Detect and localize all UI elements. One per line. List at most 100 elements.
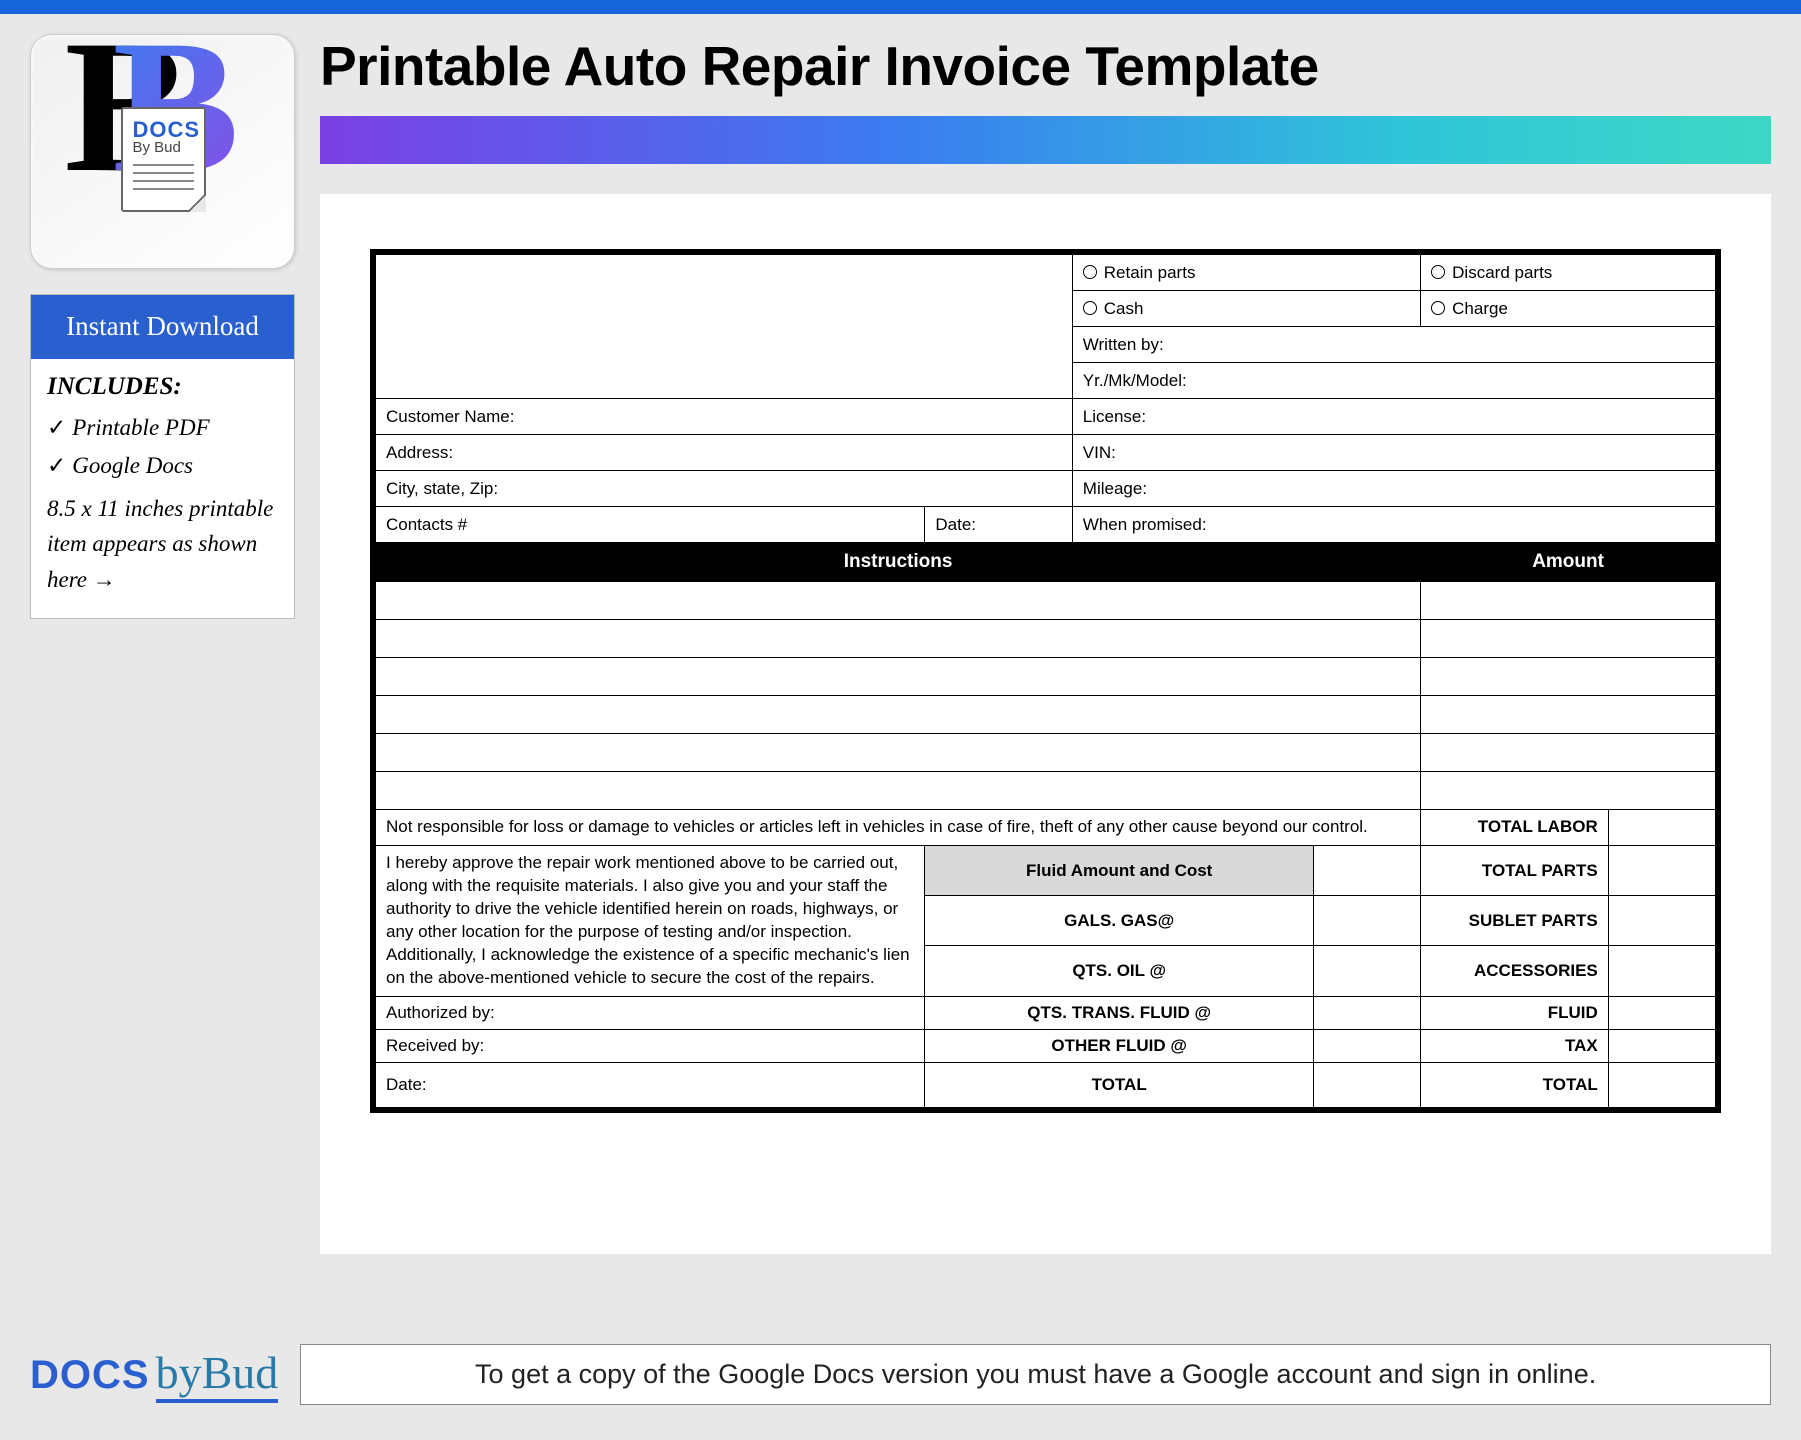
amount-cell	[1421, 620, 1716, 658]
table-row	[376, 734, 1716, 772]
amount-cell	[1421, 582, 1716, 620]
sublet-parts-label: SUBLET PARTS	[1421, 896, 1609, 946]
discard-parts-cell: Discard parts	[1421, 255, 1716, 291]
amount-header: Amount	[1421, 543, 1716, 582]
table-row: Contacts # Date: When promised:	[376, 507, 1716, 543]
yr-mk-model-label: Yr./Mk/Model:	[1072, 363, 1715, 399]
cash-cell: Cash	[1072, 291, 1420, 327]
invoice-template: Retain parts Discard parts Cash Charge W…	[370, 249, 1721, 1113]
other-fluid-label: OTHER FLUID @	[925, 1029, 1314, 1062]
retain-parts-cell: Retain parts	[1072, 255, 1420, 291]
table-row	[376, 772, 1716, 810]
amount-cell	[1421, 734, 1716, 772]
disclaimer-text: Not responsible for loss or damage to ve…	[376, 810, 1421, 846]
qts-oil-value	[1313, 946, 1420, 996]
table-row: I hereby approve the repair work mention…	[376, 845, 1716, 895]
radio-icon	[1083, 301, 1097, 315]
fluid-amt-cell	[1313, 845, 1420, 895]
blank-header-cell	[376, 255, 1073, 399]
check-icon: ✓	[47, 453, 66, 478]
total-fluid-value	[1313, 1062, 1420, 1107]
footer-note: To get a copy of the Google Docs version…	[300, 1344, 1771, 1405]
gals-gas-value	[1313, 896, 1420, 946]
gals-gas-label: GALS. GAS@	[925, 896, 1314, 946]
received-by-label: Received by:	[376, 1029, 925, 1062]
city-state-zip-label: City, state, Zip:	[376, 471, 1073, 507]
instruction-cell	[376, 696, 1421, 734]
accessories-label: ACCESSORIES	[1421, 946, 1609, 996]
radio-icon	[1431, 301, 1445, 315]
table-row	[376, 696, 1716, 734]
document-icon: DOCS By Bud	[121, 107, 206, 212]
table-row: Date: TOTAL TOTAL	[376, 1062, 1716, 1107]
logo-card: B B DOCS By Bud	[30, 34, 295, 269]
table-row: City, state, Zip: Mileage:	[376, 471, 1716, 507]
footer-logo: DOCS byBud	[30, 1346, 278, 1403]
sublet-parts-value	[1608, 896, 1715, 946]
license-label: License:	[1072, 399, 1715, 435]
instruction-cell	[376, 658, 1421, 696]
radio-icon	[1083, 265, 1097, 279]
written-by-label: Written by:	[1072, 327, 1715, 363]
table-row	[376, 658, 1716, 696]
amount-cell	[1421, 658, 1716, 696]
tax-label: TAX	[1421, 1029, 1609, 1062]
table-row	[376, 582, 1716, 620]
instant-download-header: Instant Download	[31, 295, 294, 359]
top-accent-bar	[0, 0, 1801, 14]
retain-parts-label: Retain parts	[1104, 263, 1196, 282]
qts-oil-label: QTS. OIL @	[925, 946, 1314, 996]
document-preview: Retain parts Discard parts Cash Charge W…	[320, 194, 1771, 1254]
info-card: Instant Download INCLUDES: ✓Printable PD…	[30, 294, 295, 619]
table-row: Received by: OTHER FLUID @ TAX	[376, 1029, 1716, 1062]
radio-icon	[1431, 265, 1445, 279]
instruction-cell	[376, 772, 1421, 810]
instruction-cell	[376, 734, 1421, 772]
total-parts-value	[1608, 845, 1715, 895]
table-row: Address: VIN:	[376, 435, 1716, 471]
include-gdocs-label: Google Docs	[72, 453, 193, 478]
total-label: TOTAL	[1421, 1062, 1609, 1107]
instruction-cell	[376, 620, 1421, 658]
table-row: Customer Name: License:	[376, 399, 1716, 435]
accessories-value	[1608, 946, 1715, 996]
include-pdf-label: Printable PDF	[72, 415, 209, 440]
include-item-pdf: ✓Printable PDF	[47, 415, 278, 441]
fluid-header: Fluid Amount and Cost	[925, 845, 1314, 895]
customer-name-label: Customer Name:	[376, 399, 1073, 435]
qts-trans-value	[1313, 996, 1420, 1029]
total-parts-label: TOTAL PARTS	[1421, 845, 1609, 895]
size-note: 8.5 x 11 inches printable item appears a…	[47, 491, 278, 598]
qts-trans-label: QTS. TRANS. FLUID @	[925, 996, 1314, 1029]
date-label: Date:	[925, 507, 1072, 543]
table-row: Retain parts Discard parts	[376, 255, 1716, 291]
charge-label: Charge	[1452, 299, 1508, 318]
check-icon: ✓	[47, 415, 66, 440]
logo-bybud-text: By Bud	[133, 139, 181, 156]
discard-parts-label: Discard parts	[1452, 263, 1552, 282]
footer-bybud-text: byBud	[156, 1346, 279, 1403]
page-container: B B DOCS By Bud Instant Download INCLUDE…	[0, 14, 1801, 1274]
page-title: Printable Auto Repair Invoice Template	[320, 34, 1771, 98]
instruction-cell	[376, 582, 1421, 620]
invoice-table: Retain parts Discard parts Cash Charge W…	[375, 254, 1716, 1108]
amount-cell	[1421, 696, 1716, 734]
table-row	[376, 620, 1716, 658]
contacts-label: Contacts #	[376, 507, 925, 543]
document-lines-icon	[133, 164, 194, 196]
instructions-header: Instructions	[376, 543, 1421, 582]
right-column: Printable Auto Repair Invoice Template R…	[320, 34, 1771, 1254]
fluid-label: FLUID	[1421, 996, 1609, 1029]
includes-section: INCLUDES: ✓Printable PDF ✓Google Docs 8.…	[31, 359, 294, 618]
logo: B B DOCS By Bud	[73, 57, 253, 247]
approval-text: I hereby approve the repair work mention…	[376, 845, 925, 996]
fluid-value	[1608, 996, 1715, 1029]
charge-cell: Charge	[1421, 291, 1716, 327]
tax-value	[1608, 1029, 1715, 1062]
vin-label: VIN:	[1072, 435, 1715, 471]
address-label: Address:	[376, 435, 1073, 471]
total-value	[1608, 1062, 1715, 1107]
footer-bar: DOCS byBud To get a copy of the Google D…	[30, 1344, 1771, 1405]
mileage-label: Mileage:	[1072, 471, 1715, 507]
table-row: Authorized by: QTS. TRANS. FLUID @ FLUID	[376, 996, 1716, 1029]
